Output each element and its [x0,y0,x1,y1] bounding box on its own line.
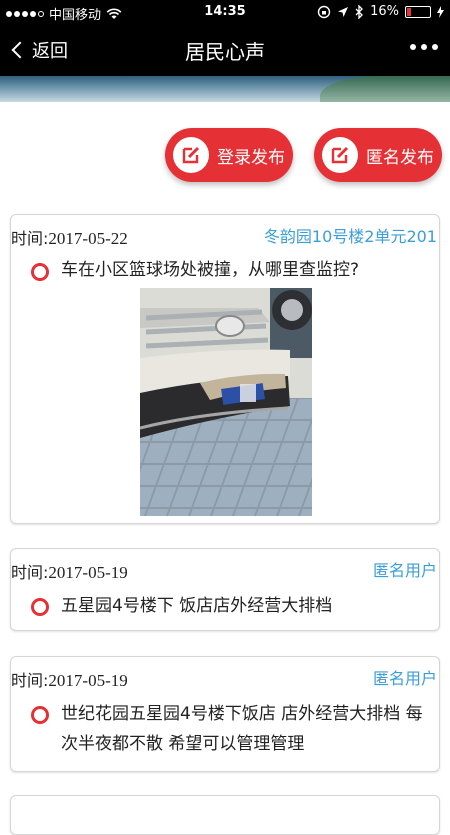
banner-scenery [320,76,450,102]
post-card[interactable]: 时间:2017-05-19 匿名用户 五星园4号楼下 饭店店外经营大排档 [10,548,440,631]
post-author: 匿名用户 [372,669,437,688]
bullet-circle-icon [31,263,49,281]
post-time-value: 2017-05-19 [48,563,128,582]
post-card[interactable]: 时间:2017-05-19 匿名用户 世纪花园五星园4号楼下饭店 店外经营大排档… [10,656,440,772]
bullet-circle-icon [31,598,49,616]
charging-icon [437,5,444,18]
more-dot-icon [421,44,427,50]
post-content: 车在小区篮球场处被撞，从哪里查监控? [61,260,360,280]
anonymous-post-label: 匿名发布 [366,147,434,168]
post-content: 世纪花园五星园4号楼下饭店 店外经营大排档 每次半夜都不散 希望可以管理管理 [61,704,423,754]
post-photo[interactable] [140,288,312,516]
post-time-value: 2017-05-19 [48,671,128,690]
more-dot-icon [410,44,416,50]
post-time-value: 2017-05-22 [48,229,128,248]
post-author: 冬韵园10号楼2单元201 [263,227,437,246]
status-bar: 中国移动 14:35 16% [0,0,450,24]
post-author: 匿名用户 [372,561,437,580]
post-time-label: 时间: [11,671,49,690]
edit-icon [322,137,358,173]
location-icon [338,6,349,17]
post-time-label: 时间: [11,229,49,248]
post-time: 时间:2017-05-19 [11,559,128,583]
system-indicators: 16% [317,4,444,19]
post-card[interactable]: 时间:2017-05-22 冬韵园10号楼2单元201 车在小区篮球场处被撞，从… [10,214,440,524]
post-card[interactable] [10,795,440,835]
page-title: 居民心声 [185,40,265,64]
login-post-button[interactable]: 登录发布 [165,128,293,182]
battery-icon [405,5,431,18]
login-post-label: 登录发布 [217,147,285,168]
battery-percent: 16% [370,4,399,19]
edit-icon [173,137,209,173]
bullet-circle-icon [31,706,49,724]
post-content: 五星园4号楼下 饭店店外经营大排档 [61,596,333,616]
post-time-label: 时间: [11,563,49,582]
car-front-image [140,288,312,516]
post-time: 时间:2017-05-22 [11,225,128,249]
header-banner-image [0,76,450,102]
bluetooth-icon [355,4,364,19]
more-button[interactable] [410,44,438,50]
rotation-lock-icon [317,5,331,18]
nav-bar: 返回 居民心声 [0,24,450,76]
post-time: 时间:2017-05-19 [11,667,128,691]
more-dot-icon [432,44,438,50]
anonymous-post-button[interactable]: 匿名发布 [314,128,442,182]
